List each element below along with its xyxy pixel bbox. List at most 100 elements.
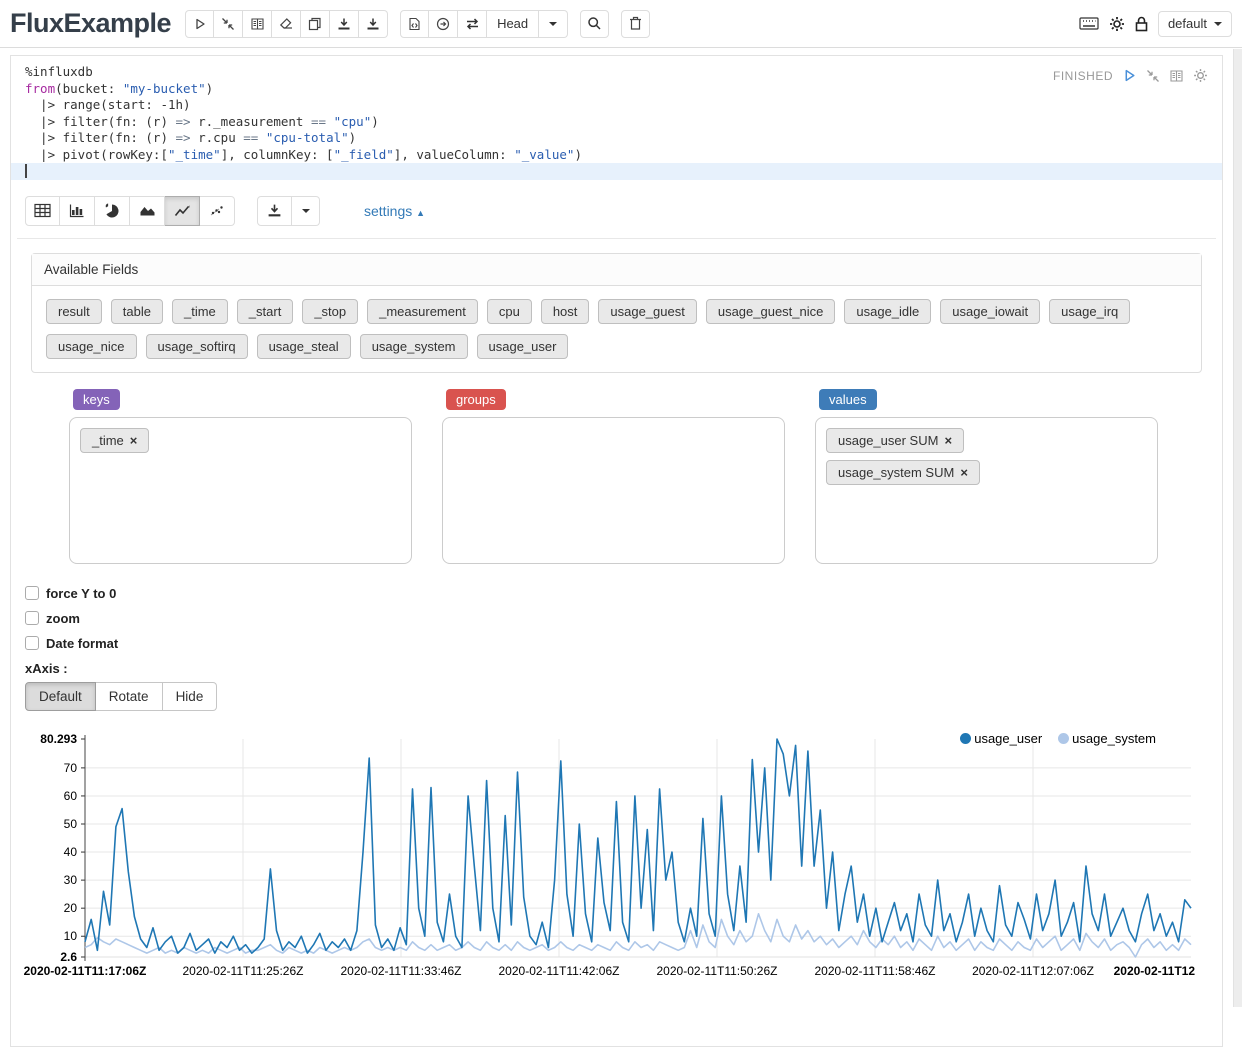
groups-dropzone[interactable] (442, 417, 785, 564)
drop-chip-usage_system[interactable]: usage_system SUM× (826, 460, 980, 485)
keys-dropzone[interactable]: _time× (69, 417, 412, 564)
run-paragraph-button[interactable] (1122, 68, 1137, 83)
show-hide-code-button[interactable] (243, 10, 272, 38)
code-token (326, 114, 334, 129)
gear-icon[interactable] (1193, 68, 1208, 83)
field-chip-_start[interactable]: _start (237, 299, 294, 324)
code-token: %influxdb (25, 64, 93, 79)
field-chip-usage_nice[interactable]: usage_nice (46, 334, 137, 359)
set-revision-button[interactable] (429, 10, 458, 38)
clear-output-button[interactable] (272, 10, 301, 38)
code-current-line[interactable] (11, 163, 1222, 180)
xaxis-rotate-button[interactable]: Rotate (96, 682, 163, 711)
export-note-button[interactable] (330, 10, 359, 38)
page-scrollbar[interactable] (1233, 49, 1242, 1007)
field-chip-usage_system[interactable]: usage_system (360, 334, 468, 359)
svg-text:70: 70 (64, 760, 78, 774)
remove-chip-icon[interactable]: × (130, 433, 138, 448)
area-chart-button[interactable] (130, 196, 165, 226)
code-line[interactable]: |> filter(fn: (r) => r._measurement == "… (11, 114, 1222, 131)
field-chip-usage_idle[interactable]: usage_idle (844, 299, 931, 324)
checkbox-zoom[interactable] (25, 611, 39, 625)
caret-up-icon: ▲ (416, 208, 425, 218)
download-options-button[interactable] (292, 196, 320, 226)
code-token: r._measurement (191, 114, 311, 129)
field-chip-cpu[interactable]: cpu (487, 299, 532, 324)
table-view-button[interactable] (25, 196, 60, 226)
scatter-chart-button[interactable] (200, 196, 235, 226)
book-icon[interactable] (1169, 69, 1184, 83)
code-token: "_field" (334, 147, 394, 162)
pie-chart-button[interactable] (95, 196, 130, 226)
code-line[interactable]: %influxdb (11, 64, 1222, 81)
field-chip-_stop[interactable]: _stop (302, 299, 358, 324)
collapse-all-button[interactable] (214, 10, 243, 38)
code-token: |> range(start: -1h) (25, 97, 191, 112)
remove-chip-icon[interactable]: × (944, 433, 952, 448)
field-chip-usage_guest[interactable]: usage_guest (598, 299, 696, 324)
download-data-button[interactable] (257, 196, 292, 226)
drop-chip-usage_user[interactable]: usage_user SUM× (826, 428, 964, 453)
keyboard-icon[interactable] (1079, 17, 1099, 30)
field-chip-usage_steal[interactable]: usage_steal (257, 334, 351, 359)
code-line[interactable]: |> pivot(rowKey:["_time"], columnKey: ["… (11, 147, 1222, 164)
bar-chart-icon (69, 203, 85, 218)
field-chip-host[interactable]: host (541, 299, 590, 324)
xaxis-hide-button[interactable]: Hide (163, 682, 218, 711)
code-token: ], columnKey: [ (221, 147, 334, 162)
swap-icon (465, 17, 480, 31)
field-chip-usage_iowait[interactable]: usage_iowait (940, 299, 1040, 324)
caret-down-icon (1214, 22, 1222, 26)
drop-chip-_time[interactable]: _time× (80, 428, 149, 453)
remove-note-button[interactable] (621, 10, 650, 38)
notebook-title[interactable]: FluxExample (10, 8, 171, 39)
field-chip-table[interactable]: table (111, 299, 163, 324)
timeseries-chart: 80.293706050403020102.62020-02-11T11:17:… (11, 731, 1223, 981)
settings-toggle[interactable]: settings ▲ (364, 203, 425, 219)
checkbox-date-format[interactable] (25, 636, 39, 650)
legend-dot (960, 733, 971, 744)
checkbox-force-y-to-0[interactable] (25, 586, 39, 600)
import-note-button[interactable] (359, 10, 388, 38)
gear-icon[interactable] (1109, 16, 1125, 32)
clone-note-button[interactable] (301, 10, 330, 38)
code-token: "cpu-total" (266, 130, 349, 145)
legend-item-usage_user[interactable]: usage_user (960, 731, 1042, 746)
code-line[interactable]: |> range(start: -1h) (11, 97, 1222, 114)
revision-dropdown-button[interactable] (539, 10, 568, 38)
compress-icon[interactable] (1146, 69, 1160, 83)
svg-text:80.293: 80.293 (40, 732, 77, 746)
compare-revisions-button[interactable] (458, 10, 487, 38)
line-chart-button[interactable] (165, 196, 200, 226)
run-all-button[interactable] (185, 10, 214, 38)
values-dropzone[interactable]: usage_user SUM× usage_system SUM× (815, 417, 1158, 564)
svg-text:30: 30 (64, 873, 78, 887)
search-button[interactable] (580, 10, 609, 38)
option-row: force Y to 0 (25, 586, 1222, 601)
field-chip-_time[interactable]: _time (172, 299, 228, 324)
head-revision-button[interactable]: Head (487, 10, 539, 38)
legend-item-usage_system[interactable]: usage_system (1058, 731, 1156, 746)
code-line[interactable]: from(bucket: "my-bucket") (11, 81, 1222, 98)
field-chip-usage_irq[interactable]: usage_irq (1049, 299, 1130, 324)
field-chip-usage_softirq[interactable]: usage_softirq (146, 334, 248, 359)
code-line[interactable]: |> filter(fn: (r) => r.cpu == "cpu-total… (11, 130, 1222, 147)
code-token: == (311, 114, 326, 129)
field-chip-usage_guest_nice[interactable]: usage_guest_nice (706, 299, 836, 324)
code-token: "_value" (514, 147, 574, 162)
field-chip-result[interactable]: result (46, 299, 102, 324)
legend-label: usage_system (1072, 731, 1156, 746)
remove-chip-icon[interactable]: × (960, 465, 968, 480)
xaxis-default-button[interactable]: Default (25, 682, 96, 711)
lock-icon[interactable] (1135, 16, 1148, 32)
bar-chart-button[interactable] (60, 196, 95, 226)
interpreter-binding-dropdown[interactable]: default (1158, 11, 1232, 37)
code-editor[interactable]: %influxdb from(bucket: "my-bucket") |> ra… (11, 56, 1222, 180)
code-token (258, 130, 266, 145)
book-icon (250, 17, 265, 31)
commit-button[interactable] (400, 10, 429, 38)
svg-text:2020-02-11T11:58:46Z: 2020-02-11T11:58:46Z (815, 964, 936, 978)
download-group (257, 196, 320, 226)
field-chip-usage_user[interactable]: usage_user (477, 334, 569, 359)
field-chip-_measurement[interactable]: _measurement (367, 299, 478, 324)
